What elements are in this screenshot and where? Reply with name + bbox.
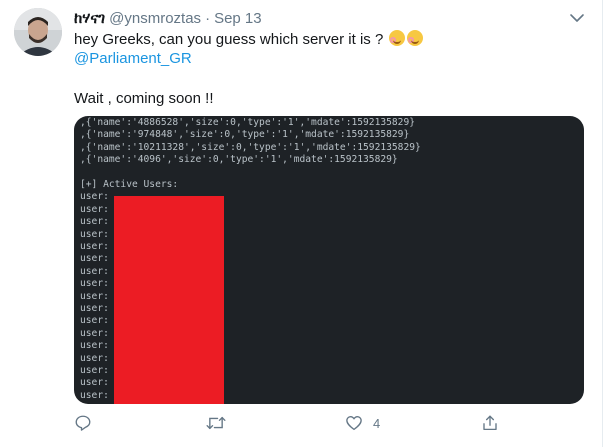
terminal-line: user:: [80, 402, 109, 404]
terminal-line: user:: [80, 253, 109, 265]
terminal-line: user:: [80, 340, 109, 352]
tweet-header: ከሃናገ @ynsmroztas · Sep 13: [74, 9, 262, 29]
terminal-line: user:: [80, 191, 109, 203]
smiling-face-emoji-icon: [407, 30, 424, 46]
user-handle[interactable]: @ynsmroztas: [109, 10, 201, 27]
terminal-line: [+] Active Users:: [80, 179, 179, 190]
terminal-line: user:: [80, 278, 109, 290]
terminal-line: user:: [80, 315, 109, 327]
terminal-line: user:: [80, 216, 109, 228]
display-name[interactable]: ከሃናገ: [74, 10, 105, 27]
reply-button[interactable]: [74, 412, 92, 434]
tweet-text: hey Greeks, can you guess which server i…: [74, 31, 384, 48]
retweet-icon: [206, 416, 226, 430]
redaction-box: [114, 196, 224, 404]
terminal-line: ,{'name':'4886528','size':0,'type':'1','…: [80, 117, 416, 128]
tweet-text-line2: Wait , coming soon !!: [74, 90, 214, 107]
chevron-down-icon[interactable]: [568, 9, 586, 27]
tweet-date[interactable]: Sep 13: [214, 10, 262, 27]
tweet[interactable]: ከሃናገ @ynsmroztas · Sep 13 hey Greeks, can y…: [0, 0, 603, 447]
separator-dot: ·: [205, 10, 211, 27]
terminal-line: ,{'name':'974848','size':0,'type':'1','m…: [80, 129, 410, 141]
like-count: 4: [373, 415, 381, 431]
like-button[interactable]: 4: [345, 412, 380, 434]
terminal-line: user:: [80, 303, 109, 314]
heart-icon: [346, 416, 362, 431]
terminal-screenshot[interactable]: ,{'name':'4886528','size':0,'type':'1','…: [74, 116, 584, 404]
terminal-line: user:: [80, 241, 109, 252]
terminal-line: user:: [80, 365, 109, 376]
tweet-text-line1: hey Greeks, can you guess which server i…: [74, 30, 424, 50]
share-icon: [483, 415, 497, 431]
reply-icon: [75, 415, 91, 431]
retweet-button[interactable]: [206, 412, 226, 434]
avatar-photo: [14, 8, 62, 56]
terminal-line: ,{'name':'10211328','size':0,'type':'1',…: [80, 141, 421, 153]
terminal-line: user:: [80, 377, 109, 389]
avatar[interactable]: [14, 8, 62, 56]
terminal-line: user:: [80, 203, 109, 215]
terminal-line: user:: [80, 265, 109, 277]
terminal-line: user:: [80, 389, 109, 401]
terminal-line: user:: [80, 290, 109, 302]
terminal-line: user:: [80, 327, 109, 339]
share-button[interactable]: [481, 412, 499, 434]
mention-link[interactable]: @Parliament_GR: [74, 49, 192, 69]
terminal-line: ,{'name':'4096','size':0,'type':'1','mda…: [80, 154, 398, 166]
terminal-line: user:: [80, 352, 109, 364]
smiling-face-emoji-icon: [389, 30, 406, 46]
terminal-line: user:: [80, 228, 109, 240]
